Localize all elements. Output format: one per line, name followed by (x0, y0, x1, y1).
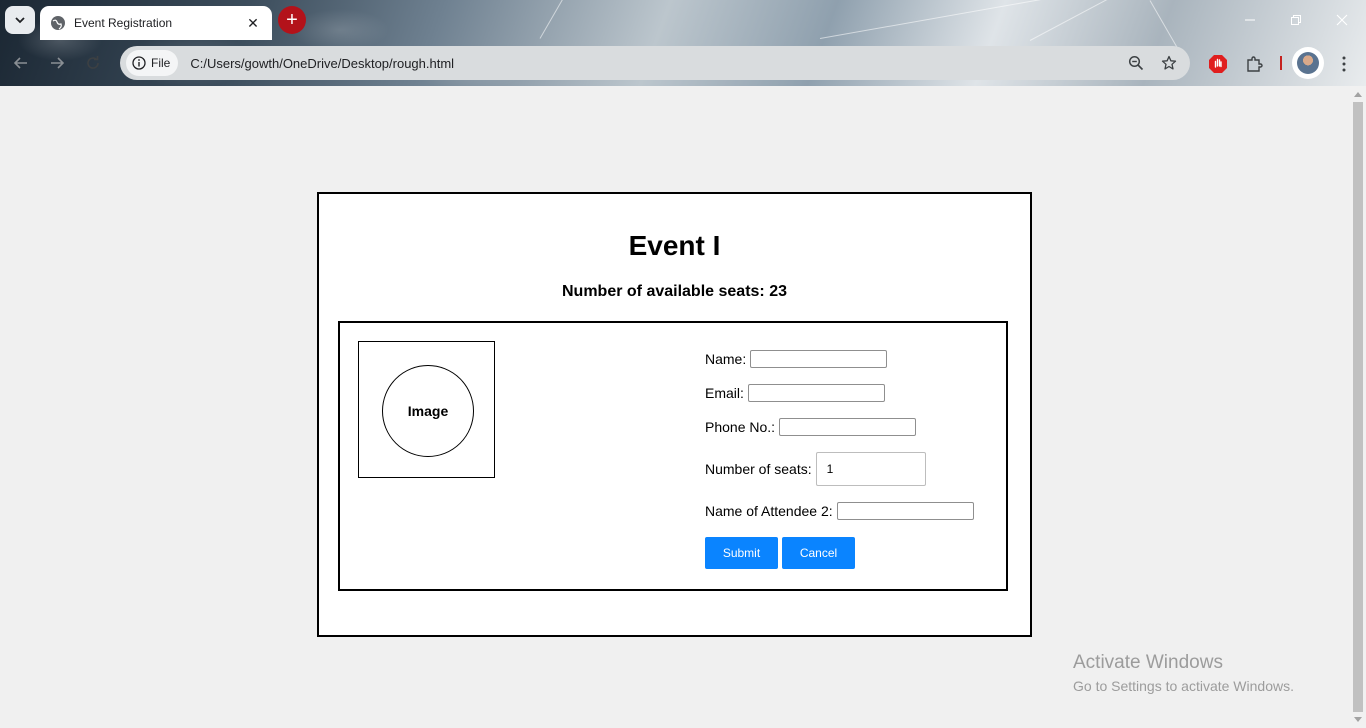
new-tab-button[interactable]: + (278, 6, 306, 34)
forward-button[interactable] (44, 50, 70, 76)
theme-ray (819, 0, 1077, 39)
site-chip-label: File (151, 56, 171, 70)
email-row: Email: (705, 384, 885, 402)
seats-row: Number of seats: (705, 452, 926, 486)
info-icon (132, 56, 146, 70)
page-scrollbar[interactable] (1350, 86, 1366, 728)
plus-icon: + (286, 9, 298, 31)
name-row: Name: (705, 350, 888, 368)
watermark-subtitle: Go to Settings to activate Windows. (1073, 678, 1294, 694)
restore-button[interactable] (1276, 8, 1316, 32)
tab-search-button[interactable] (5, 6, 35, 34)
scroll-down-icon[interactable] (1354, 717, 1362, 722)
restore-icon (1291, 15, 1301, 25)
seats-label: Number of seats: (705, 461, 812, 477)
submit-button[interactable]: Submit (705, 537, 778, 569)
browser-toolbar: File C:/Users/gowth/OneDrive/Desktop/rou… (0, 40, 1366, 86)
toolbar-separator (1280, 56, 1282, 70)
event-card: Event I Number of available seats: 23 Im… (317, 192, 1032, 637)
registration-panel: Image Name: Email: Phone No.: Number of … (338, 321, 1008, 591)
site-info-chip[interactable]: File (126, 50, 179, 76)
tab-event-registration[interactable]: Event Registration ✕ (40, 6, 272, 40)
back-button[interactable] (8, 50, 34, 76)
more-vertical-icon (1342, 56, 1346, 72)
browser-title-bar: Event Registration ✕ + File C:/Users/gow… (0, 0, 1366, 86)
hand-stop-icon (1209, 55, 1227, 73)
cancel-button[interactable]: Cancel (782, 537, 855, 569)
phone-field[interactable] (779, 418, 917, 436)
browser-menu-button[interactable] (1332, 52, 1356, 76)
minimize-icon (1245, 19, 1255, 21)
avatar (1297, 52, 1319, 74)
arrow-right-icon (51, 57, 65, 69)
reload-button[interactable] (80, 50, 106, 76)
seats-field[interactable] (815, 452, 926, 486)
image-placeholder: Image (382, 365, 474, 457)
phone-label: Phone No.: (705, 419, 776, 435)
activate-windows-watermark: Activate Windows Go to Settings to activ… (1073, 652, 1294, 694)
puzzle-icon (1247, 56, 1263, 72)
profile-button[interactable] (1292, 47, 1324, 79)
zoom-button[interactable] (1124, 51, 1148, 75)
minimize-button[interactable] (1230, 8, 1270, 32)
star-icon (1161, 55, 1177, 70)
watermark-title: Activate Windows (1073, 652, 1223, 673)
available-seats-text: Number of available seats: 23 (562, 283, 787, 300)
reload-icon (87, 56, 99, 69)
globe-icon (51, 16, 65, 30)
email-field[interactable] (747, 384, 885, 402)
attendee2-row: Name of Attendee 2: (705, 502, 974, 520)
close-window-button[interactable] (1322, 8, 1362, 32)
email-label: Email: (705, 385, 744, 401)
address-bar[interactable]: File C:/Users/gowth/OneDrive/Desktop/rou… (120, 46, 1190, 80)
zoom-out-icon (1128, 55, 1144, 71)
name-label: Name: (705, 351, 747, 367)
event-image-frame: Image (358, 341, 495, 478)
extensions-menu-button[interactable] (1242, 52, 1266, 76)
bookmark-button[interactable] (1157, 51, 1181, 75)
arrow-left-icon (13, 57, 27, 69)
event-title: Event I (628, 230, 721, 261)
page-viewport: Event I Number of available seats: 23 Im… (0, 86, 1350, 728)
scroll-up-icon[interactable] (1354, 92, 1362, 97)
phone-row: Phone No.: (705, 418, 917, 436)
name-field[interactable] (750, 350, 888, 368)
extension-button[interactable] (1206, 52, 1230, 76)
close-icon (1336, 14, 1348, 26)
registration-form: Name: Email: Phone No.: Number of seats:… (705, 323, 1005, 589)
tab-title: Event Registration (74, 16, 173, 30)
scrollbar-thumb[interactable] (1353, 102, 1363, 712)
attendee2-field[interactable] (836, 502, 974, 520)
attendee2-label: Name of Attendee 2: (705, 503, 833, 519)
theme-ray (1029, 0, 1181, 41)
chevron-down-icon (15, 17, 25, 24)
close-tab-icon[interactable]: ✕ (244, 14, 262, 32)
url-text[interactable]: C:/Users/gowth/OneDrive/Desktop/rough.ht… (190, 56, 1124, 71)
